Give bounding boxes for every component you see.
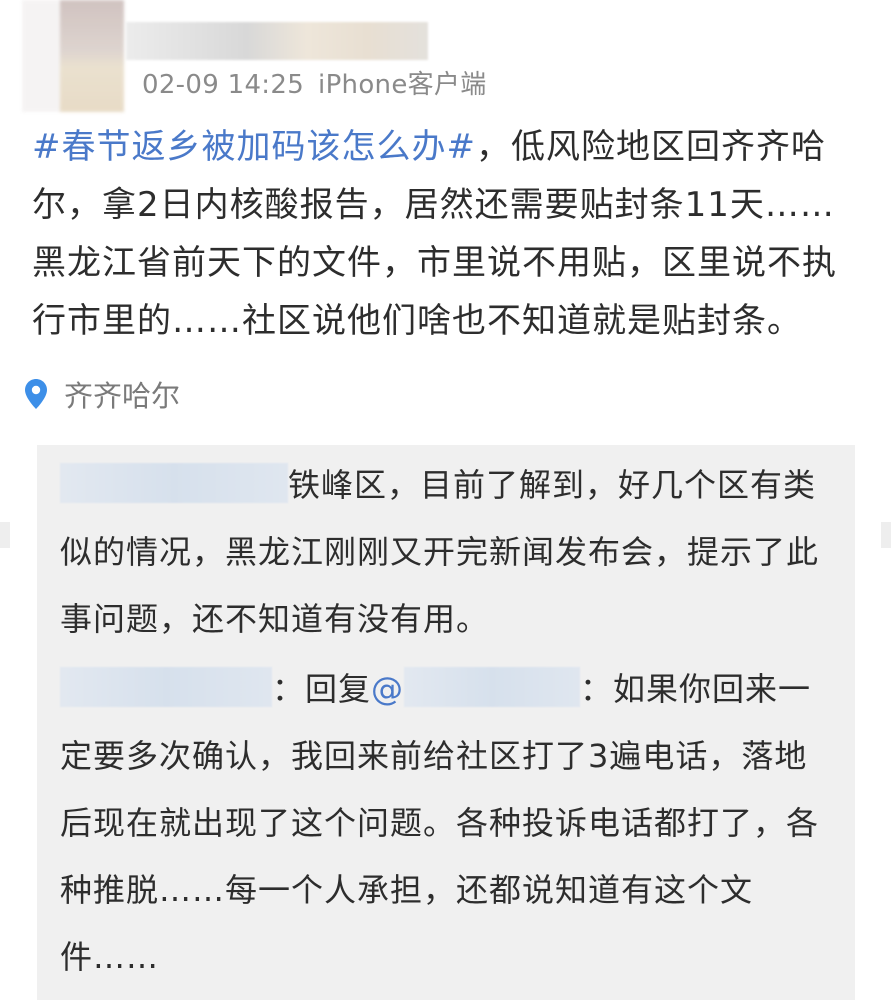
location-label: 齐齐哈尔: [64, 379, 181, 413]
comment-item: ：回复@ ：如果你回来一定要多次确认，我回来前给社区打了3遍电话，落地后现在就出现…: [60, 656, 820, 991]
reply-prefix: 回复: [305, 670, 372, 708]
weibo-post: 02-09 14:25 iPhone客户端 #春节返乡被加码该怎么办#，低风险地区…: [0, 0, 891, 1000]
left-edge-mark: [0, 522, 10, 548]
hashtag-link[interactable]: #春节返乡被加码该怎么办#: [32, 127, 476, 167]
avatar[interactable]: [22, 0, 124, 112]
post-timestamp: 02-09 14:25: [142, 70, 305, 100]
commenter-name-blurred[interactable]: [60, 667, 272, 707]
mention-at[interactable]: @: [371, 670, 404, 708]
username-blurred[interactable]: [126, 22, 428, 60]
comment-text: 如果你回来一定要多次确认，我回来前给社区打了3遍电话，落地后现在就出现了这个问题…: [60, 670, 820, 976]
comment-name-colon: ：: [272, 670, 306, 708]
location-pin-icon: [25, 379, 47, 409]
right-edge-mark: [881, 522, 891, 548]
comment-item: 铁峰区，目前了解到，好几个区有类似的情况，黑龙江刚刚又开完新闻发布会，提示了此事…: [60, 452, 820, 653]
location-tag[interactable]: 齐齐哈尔: [24, 372, 180, 416]
post-client: iPhone客户端: [318, 70, 487, 100]
mentioned-user-blurred[interactable]: [404, 667, 581, 707]
commenter-name-blurred[interactable]: [60, 463, 288, 503]
post-body: #春节返乡被加码该怎么办#，低风险地区回齐齐哈尔，拿2日内核酸报告，居然还需要贴…: [32, 118, 862, 350]
mention-colon: ：: [580, 670, 614, 708]
post-meta: 02-09 14:25 iPhone客户端: [142, 64, 487, 101]
